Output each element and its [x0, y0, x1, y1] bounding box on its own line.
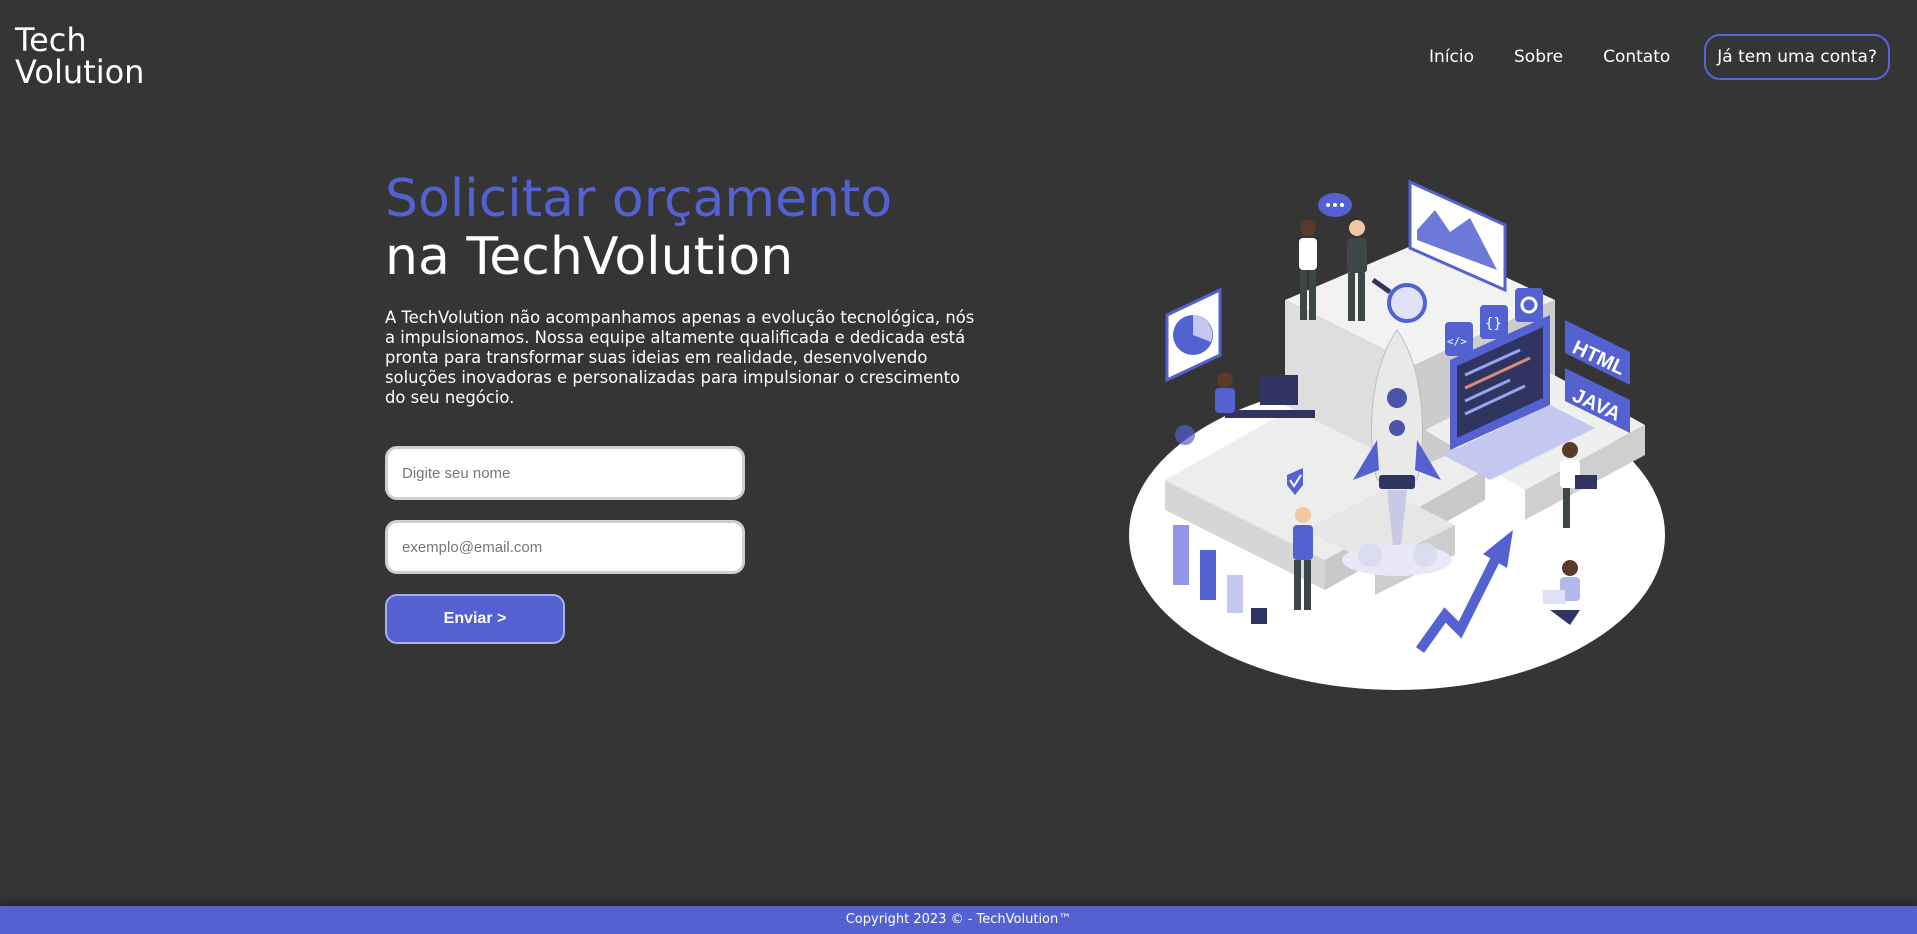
speech-bubble-icon [1318, 193, 1352, 217]
logo-line-2: Volution [15, 53, 145, 91]
page-title: na TechVolution [385, 227, 794, 287]
page-title-accent: Solicitar orçamento [385, 169, 893, 229]
svg-text:{}: {} [1485, 316, 1502, 332]
code-icon: </> [1445, 322, 1473, 356]
hero-description: A TechVolution não acompanhamos apenas a… [385, 308, 975, 407]
braces-icon: {} [1480, 305, 1508, 339]
hero-illustration: HTML JAVA {} </> [1125, 170, 1670, 695]
submit-button[interactable]: Enviar > [385, 594, 565, 644]
login-button[interactable]: Já tem uma conta? [1704, 34, 1890, 80]
nav-about-link[interactable]: Sobre [1514, 47, 1563, 67]
top-nav: Início Sobre Contato Já tem uma conta? [1429, 34, 1890, 80]
pie-chart-icon [1165, 287, 1222, 383]
email-input[interactable] [385, 520, 745, 574]
quote-form: Enviar > [385, 446, 985, 644]
nav-home-link[interactable]: Início [1429, 47, 1474, 67]
svg-text:</>: </> [1447, 335, 1467, 348]
nav-contact-link[interactable]: Contato [1603, 47, 1670, 67]
footer: Copyright 2023 © - TechVolution™ [0, 906, 1917, 934]
gear-icon [1515, 288, 1543, 322]
brand-logo[interactable]: Tech Volution [15, 24, 144, 88]
startup-illustration: HTML JAVA {} </> [1129, 179, 1665, 690]
copyright-text: Copyright 2023 © - TechVolution™ [845, 912, 1072, 927]
logo-line-1: Tech [15, 21, 87, 59]
quote-form-section: Solicitar orçamento na TechVolution A Te… [385, 170, 985, 644]
name-input[interactable] [385, 446, 745, 500]
page: Tech Volution Início Sobre Contato Já te… [0, 0, 1917, 934]
